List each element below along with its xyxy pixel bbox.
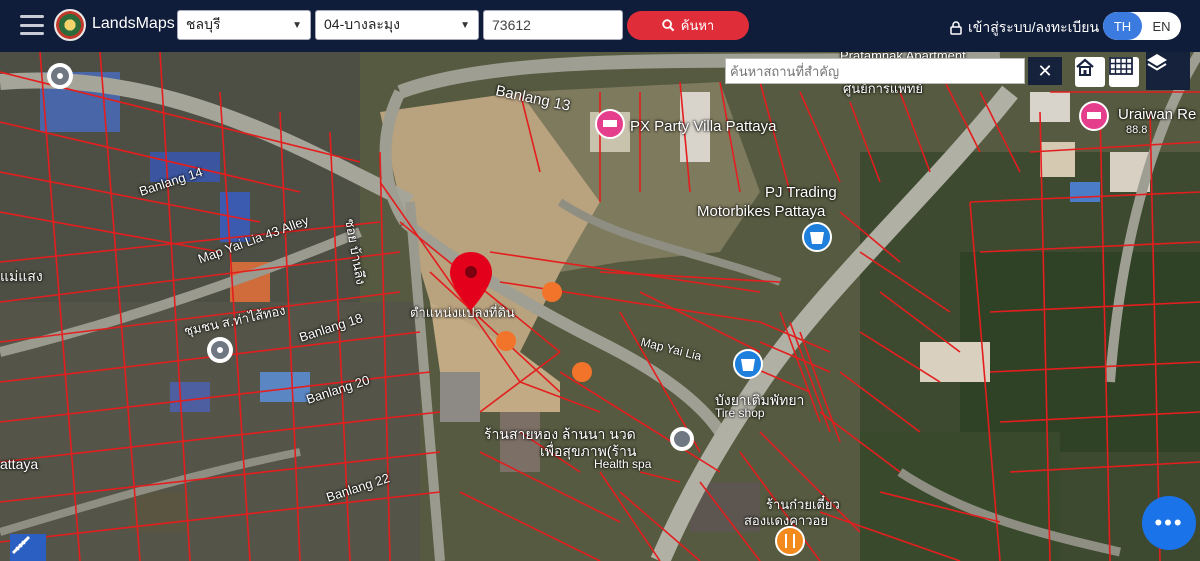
language-toggle: TH EN — [1103, 12, 1181, 40]
landsmaps-logo — [54, 9, 86, 41]
poi-label-rest-2: สองแดงคาวอย — [744, 513, 828, 528]
home-icon[interactable] — [1075, 57, 1105, 87]
parcel-number-input[interactable] — [483, 10, 623, 40]
chat-icon[interactable]: ••• — [1142, 496, 1196, 550]
poi-label-uraiwan-1: Uraiwan Re — [1118, 106, 1197, 123]
parcel-location-label: ตำแหน่งแปลงที่ดิน — [410, 305, 515, 320]
hamburger-icon[interactable] — [20, 15, 44, 35]
map-canvas[interactable]: Banlang 13 Banlang 14 Map Yai Lia 43 All… — [0, 52, 1200, 561]
close-icon[interactable]: ✕ — [1028, 57, 1062, 85]
lang-th-button[interactable]: TH — [1103, 12, 1142, 40]
poi-label-pj-trading-1: PJ Trading — [765, 184, 837, 201]
province-select[interactable]: ชลบุรี ▼ — [177, 10, 311, 40]
layers-icon[interactable] — [1146, 52, 1190, 90]
poi-label-health-3: Health spa — [594, 457, 652, 471]
login-label: เข้าสู่ระบบ/ลงทะเบียน — [968, 19, 1100, 35]
grid-icon[interactable] — [1109, 57, 1139, 87]
area-label-maeseng: แม่แสง — [0, 268, 43, 284]
province-value: ชลบุรี — [186, 16, 221, 32]
top-navbar: LandsMaps ชลบุรี ▼ 04-บางละมุง ▼ ค้นหา เ… — [0, 0, 1200, 52]
lang-en-button[interactable]: EN — [1142, 12, 1181, 40]
search-button[interactable]: ค้นหา — [627, 11, 749, 40]
chevron-down-icon: ▼ — [460, 19, 470, 31]
brand-name: LandsMaps — [92, 15, 175, 32]
search-icon — [662, 19, 675, 32]
satellite-basemap — [0, 52, 1200, 561]
district-value: 04-บางละมุง — [324, 16, 400, 32]
area-label-pattaya: attaya — [0, 456, 39, 472]
lock-icon — [950, 21, 962, 35]
ruler-icon[interactable] — [10, 534, 46, 561]
search-button-label: ค้นหา — [680, 18, 715, 33]
chevron-down-icon: ▼ — [292, 19, 302, 31]
district-select[interactable]: 04-บางละมุง ▼ — [315, 10, 479, 40]
poi-label-pj-trading-2: Motorbikes Pattaya — [697, 203, 826, 220]
poi-label-uraiwan-2: 88.8 — [1126, 124, 1148, 136]
login-link[interactable]: เข้าสู่ระบบ/ลงทะเบียน — [950, 17, 1099, 39]
place-search-input[interactable] — [725, 58, 1025, 84]
poi-label-tire-shop-en: Tire shop — [715, 406, 765, 420]
poi-label-px-party: PX Party Villa Pattaya — [630, 118, 777, 135]
